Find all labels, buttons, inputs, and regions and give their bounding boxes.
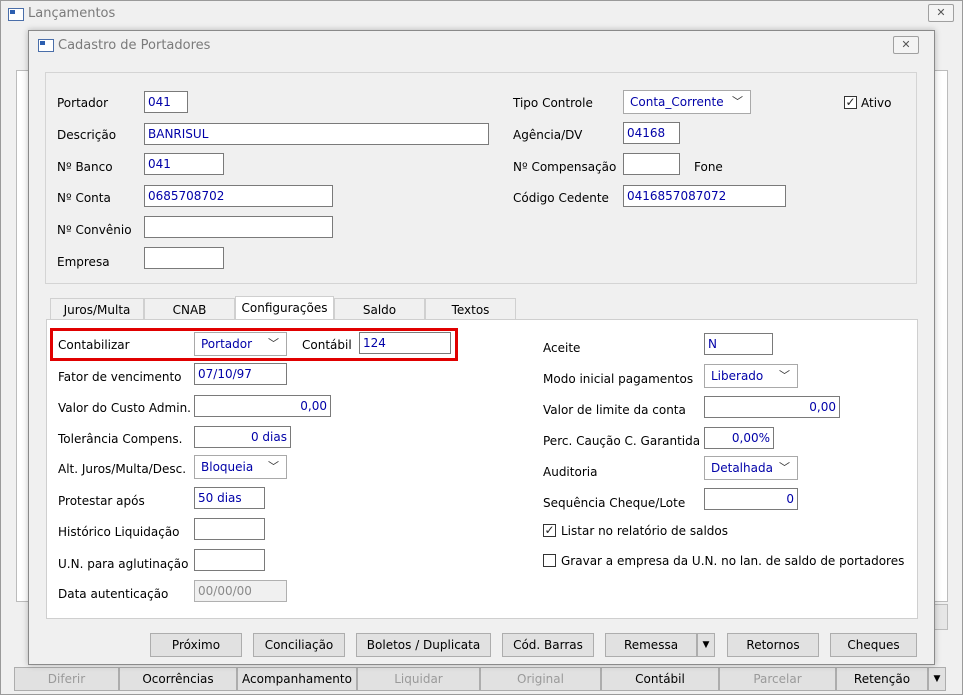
tab-textos[interactable]: Textos [425, 298, 516, 320]
contabil-button[interactable]: Contábil [601, 667, 719, 691]
cod-barras-button[interactable]: Cód. Barras [502, 633, 594, 657]
cheques-button[interactable]: Cheques [830, 633, 917, 657]
un-aglut-input[interactable] [194, 549, 265, 571]
retencao-button[interactable]: Retenção [836, 667, 928, 691]
alt-juros-label: Alt. Juros/Multa/Desc. [58, 462, 187, 476]
ncompensacao-input[interactable] [623, 153, 680, 175]
nconvenio-input[interactable] [144, 216, 333, 238]
chevron-down-icon: ﹀ [779, 461, 790, 474]
chevron-down-icon: ﹀ [779, 369, 790, 382]
conciliacao-button[interactable]: Conciliação [253, 633, 345, 657]
auditoria-select[interactable]: Detalhada ﹀ [704, 456, 798, 480]
remessa-dropdown-icon[interactable]: ▼ [697, 633, 715, 657]
portador-label: Portador [57, 96, 109, 110]
nconvenio-label: Nº Convênio [57, 223, 132, 237]
diferir-button[interactable]: Diferir [14, 667, 119, 691]
ativo-label: Ativo [861, 96, 892, 110]
tab-configuracoes[interactable]: Configurações [235, 296, 334, 320]
boletos-button[interactable]: Boletos / Duplicata [356, 633, 491, 657]
dialog-icon [38, 39, 54, 52]
chevron-down-icon: ﹀ [268, 460, 279, 473]
listar-label: Listar no relatório de saldos [561, 524, 729, 538]
seq-cheque-input[interactable]: 0 [704, 488, 798, 510]
contabil-input[interactable]: 124 [359, 332, 451, 354]
tolerancia-input[interactable]: 0 dias [194, 426, 291, 448]
tipo-controle-label: Tipo Controle [513, 96, 593, 110]
app-icon [8, 8, 24, 21]
empresa-label: Empresa [57, 255, 110, 269]
contabilizar-value: Portador [201, 337, 253, 351]
caucao-input[interactable]: 0,00% [704, 427, 774, 449]
contabilizar-label: Contabilizar [58, 338, 130, 352]
tipo-controle-select[interactable]: Conta_Corrente ﹀ [623, 90, 751, 114]
agencia-input[interactable]: 04168 [623, 122, 680, 144]
dialog-title: Cadastro de Portadores [58, 38, 211, 53]
codigo-cedente-input[interactable]: 0416857087072 [623, 185, 786, 207]
agencia-label: Agência/DV [513, 128, 583, 142]
modo-pag-select[interactable]: Liberado ﹀ [704, 364, 798, 388]
background-window-title: Lançamentos [28, 6, 116, 21]
fator-input[interactable]: 07/10/97 [194, 363, 287, 385]
listar-checkbox[interactable]: ✓ [543, 524, 556, 537]
modo-pag-value: Liberado [711, 369, 764, 383]
historico-label: Histórico Liquidação [58, 525, 180, 539]
nconta-input[interactable]: 0685708702 [144, 185, 333, 207]
seq-cheque-label: Sequência Cheque/Lote [543, 496, 686, 510]
alt-juros-select[interactable]: Bloqueia ﹀ [194, 455, 287, 479]
custo-admin-input[interactable]: 0,00 [194, 395, 331, 417]
data-aut-input: 00/00/00 [194, 580, 287, 602]
protestar-label: Protestar após [58, 494, 145, 508]
portador-input[interactable]: 041 [144, 91, 188, 113]
auditoria-value: Detalhada [711, 461, 773, 475]
retornos-button[interactable]: Retornos [727, 633, 819, 657]
liquidar-button[interactable]: Liquidar [357, 667, 480, 691]
tab-juros-multa[interactable]: Juros/Multa [50, 298, 144, 320]
custo-admin-label: Valor do Custo Admin. [58, 401, 191, 415]
dialog-close-icon[interactable]: ✕ [893, 36, 919, 54]
limite-input[interactable]: 0,00 [704, 396, 840, 418]
empresa-input[interactable] [144, 247, 224, 269]
ncompensacao-label: Nº Compensação [513, 160, 617, 174]
chevron-down-icon: ﹀ [268, 337, 279, 350]
contabil-label: Contábil [302, 338, 352, 352]
alt-juros-value: Bloqueia [201, 460, 254, 474]
ocorrencias-button[interactable]: Ocorrências [119, 667, 237, 691]
nbanco-input[interactable]: 041 [144, 153, 224, 175]
caucao-label: Perc. Caução C. Garantida [543, 434, 701, 448]
ativo-checkbox[interactable]: ✓ [844, 96, 857, 109]
auditoria-label: Auditoria [543, 465, 598, 479]
gravar-checkbox[interactable] [543, 554, 556, 567]
tipo-controle-value: Conta_Corrente [630, 95, 724, 109]
tab-cnab[interactable]: CNAB [144, 298, 235, 320]
protestar-input[interactable]: 50 dias [194, 487, 265, 509]
descricao-input[interactable]: BANRISUL [144, 123, 489, 145]
codigo-cedente-label: Código Cedente [513, 191, 609, 205]
fone-label: Fone [694, 160, 723, 174]
nconta-label: Nº Conta [57, 191, 111, 205]
aceite-input[interactable]: N [704, 333, 773, 355]
background-close-icon[interactable]: ✕ [928, 4, 954, 22]
contabilizar-select[interactable]: Portador ﹀ [194, 332, 287, 356]
remessa-button[interactable]: Remessa [605, 633, 697, 657]
limite-label: Valor de limite da conta [543, 403, 686, 417]
nbanco-label: Nº Banco [57, 160, 113, 174]
modo-pag-label: Modo inicial pagamentos [543, 372, 694, 386]
tab-saldo[interactable]: Saldo [334, 298, 425, 320]
parcelar-button[interactable]: Parcelar [719, 667, 836, 691]
acompanhamento-button[interactable]: Acompanhamento [237, 667, 357, 691]
chevron-down-icon: ﹀ [732, 95, 743, 108]
proximo-button[interactable]: Próximo [150, 633, 242, 657]
gravar-label: Gravar a empresa da U.N. no lan. de sald… [561, 554, 905, 568]
fator-label: Fator de vencimento [58, 370, 182, 384]
descricao-label: Descrição [57, 128, 117, 142]
un-aglut-label: U.N. para aglutinação [58, 557, 189, 571]
original-button[interactable]: Original [480, 667, 601, 691]
tolerancia-label: Tolerância Compens. [58, 432, 183, 446]
historico-input[interactable] [194, 518, 265, 540]
aceite-label: Aceite [543, 341, 581, 355]
data-aut-label: Data autenticação [58, 587, 169, 601]
retencao-dropdown-icon[interactable]: ▼ [928, 667, 946, 691]
